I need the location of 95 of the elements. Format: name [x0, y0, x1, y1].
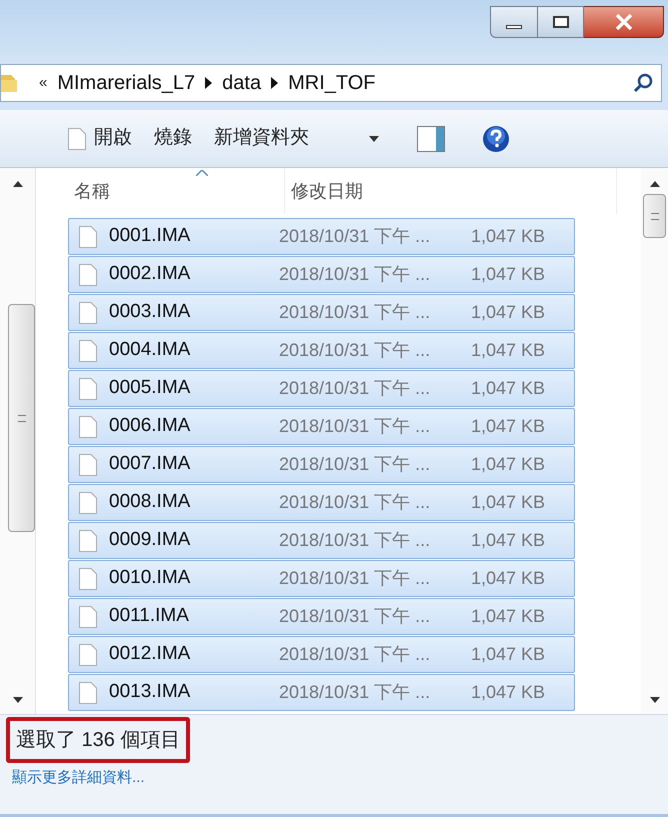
- file-name: 0006.IMA: [109, 414, 192, 438]
- file-size: 1,047 KB: [471, 529, 546, 552]
- file-row[interactable]: 0013.IMA 2018/10/31 下午 ... 1,047 KB: [68, 674, 575, 711]
- help-icon[interactable]: [482, 124, 510, 152]
- file-size: 1,047 KB: [471, 681, 546, 704]
- file-name: 0005.IMA: [109, 376, 192, 400]
- modified-date: 2018/10/31 下午 ...: [279, 301, 432, 324]
- chevron-icon[interactable]: [205, 77, 212, 89]
- chevron-icon[interactable]: [271, 77, 278, 89]
- file-name: 0007.IMA: [109, 452, 192, 476]
- file-size: 1,047 KB: [471, 415, 546, 438]
- scrollbar-thumb[interactable]: [8, 304, 35, 532]
- file-name: 0003.IMA: [109, 300, 192, 324]
- folder-icon: [1, 72, 19, 94]
- file-name: 0013.IMA: [109, 680, 192, 704]
- document-icon: [79, 644, 97, 666]
- modified-date: 2018/10/31 下午 ...: [279, 339, 432, 362]
- document-icon: [79, 340, 97, 362]
- toolbar-button[interactable]: 燒錄: [146, 120, 200, 157]
- document-icon: [79, 264, 97, 286]
- document-icon: [79, 226, 97, 248]
- minimize-button[interactable]: [490, 6, 538, 38]
- search-icon[interactable]: [633, 73, 653, 93]
- preview-pane-icon[interactable]: [417, 126, 445, 152]
- file-row[interactable]: 0001.IMA 2018/10/31 下午 ... 1,047 KB: [68, 218, 575, 255]
- document-icon: [79, 568, 97, 590]
- breadcrumb[interactable]: MRI_TOF: [288, 68, 376, 98]
- file-size: 1,047 KB: [471, 339, 546, 362]
- file-name: 0012.IMA: [109, 642, 192, 666]
- modified-date: 2018/10/31 下午 ...: [279, 529, 432, 552]
- scrollbar-thumb[interactable]: [643, 194, 666, 238]
- file-name: 0008.IMA: [109, 490, 192, 514]
- file-size: 1,047 KB: [471, 377, 546, 400]
- column-header[interactable]: 名稱: [74, 178, 110, 204]
- file-name: 0010.IMA: [109, 566, 192, 590]
- file-size: 1,047 KB: [471, 567, 546, 590]
- file-size: 1,047 KB: [471, 301, 546, 324]
- details-link[interactable]: 顯示更多詳細資料...: [12, 767, 145, 790]
- file-row[interactable]: 0004.IMA 2018/10/31 下午 ... 1,047 KB: [68, 332, 575, 369]
- close-button[interactable]: [584, 6, 664, 38]
- modified-date: 2018/10/31 下午 ...: [279, 567, 432, 590]
- scroll-down-icon[interactable]: [12, 697, 22, 703]
- file-row[interactable]: 0007.IMA 2018/10/31 下午 ... 1,047 KB: [68, 446, 575, 483]
- modified-date: 2018/10/31 下午 ...: [279, 605, 432, 628]
- file-name: 0011.IMA: [109, 604, 190, 628]
- document-icon: [79, 378, 97, 400]
- column-header[interactable]: 修改日期: [291, 178, 363, 204]
- file-size: 1,047 KB: [471, 453, 546, 476]
- document-icon: [79, 682, 97, 704]
- file-name: 0002.IMA: [109, 262, 192, 286]
- file-row[interactable]: 0012.IMA 2018/10/31 下午 ... 1,047 KB: [68, 636, 575, 673]
- file-name: 0009.IMA: [109, 528, 192, 552]
- dropdown-caret-icon[interactable]: [369, 136, 379, 142]
- file-row[interactable]: 0010.IMA 2018/10/31 下午 ... 1,047 KB: [68, 560, 575, 597]
- file-name: 0004.IMA: [109, 338, 192, 362]
- breadcrumb-overflow[interactable]: «: [39, 72, 48, 94]
- document-icon: [79, 606, 97, 628]
- breadcrumb[interactable]: MImarerials_L7: [57, 68, 196, 98]
- modified-date: 2018/10/31 下午 ...: [279, 643, 432, 666]
- address-bar[interactable]: « MImarerials_L7 data MRI_TOF: [0, 64, 662, 102]
- file-size: 1,047 KB: [471, 605, 546, 628]
- document-icon: [68, 128, 86, 150]
- scroll-down-icon[interactable]: [650, 697, 660, 703]
- modified-date: 2018/10/31 下午 ...: [279, 491, 432, 514]
- open-button[interactable]: 開啟: [60, 120, 140, 157]
- modified-date: 2018/10/31 下午 ...: [279, 263, 432, 286]
- file-row[interactable]: 0008.IMA 2018/10/31 下午 ... 1,047 KB: [68, 484, 575, 521]
- toolbar-button[interactable]: 新增資料夾: [206, 120, 317, 157]
- file-row[interactable]: 0003.IMA 2018/10/31 下午 ... 1,047 KB: [68, 294, 575, 331]
- file-row[interactable]: 0002.IMA 2018/10/31 下午 ... 1,047 KB: [68, 256, 575, 293]
- file-row[interactable]: 0011.IMA 2018/10/31 下午 ... 1,047 KB: [68, 598, 575, 635]
- file-row[interactable]: 0005.IMA 2018/10/31 下午 ... 1,047 KB: [68, 370, 575, 407]
- document-icon: [79, 454, 97, 476]
- modified-date: 2018/10/31 下午 ...: [279, 681, 432, 704]
- modified-date: 2018/10/31 下午 ...: [279, 377, 432, 400]
- modified-date: 2018/10/31 下午 ...: [279, 225, 432, 248]
- maximize-button[interactable]: [538, 6, 584, 38]
- selection-summary: 選取了 136 個項目: [6, 717, 190, 763]
- document-icon: [79, 530, 97, 552]
- file-size: 1,047 KB: [471, 225, 546, 248]
- scroll-up-icon[interactable]: [650, 181, 660, 187]
- file-row[interactable]: 0006.IMA 2018/10/31 下午 ... 1,047 KB: [68, 408, 575, 445]
- modified-date: 2018/10/31 下午 ...: [279, 453, 432, 476]
- close-icon: [614, 14, 632, 30]
- file-row[interactable]: 0009.IMA 2018/10/31 下午 ... 1,047 KB: [68, 522, 575, 559]
- document-icon: [79, 302, 97, 324]
- file-size: 1,047 KB: [471, 491, 546, 514]
- file-size: 1,047 KB: [471, 263, 546, 286]
- breadcrumb[interactable]: data: [222, 68, 262, 98]
- scroll-up-icon[interactable]: [12, 181, 22, 187]
- document-icon: [79, 416, 97, 438]
- file-size: 1,047 KB: [471, 643, 546, 666]
- modified-date: 2018/10/31 下午 ...: [279, 415, 432, 438]
- document-icon: [79, 492, 97, 514]
- file-name: 0001.IMA: [109, 224, 192, 248]
